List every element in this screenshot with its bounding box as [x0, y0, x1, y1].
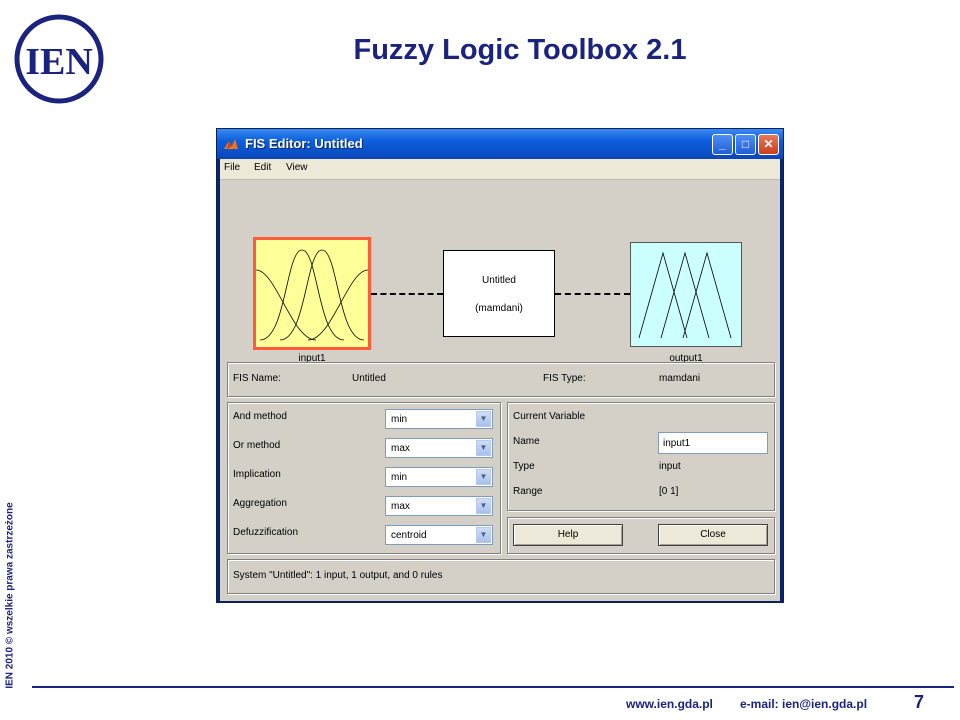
- fis-diagram: input1 Untitled (mamdani) output1: [220, 180, 780, 364]
- close-window-button[interactable]: ✕: [758, 134, 779, 155]
- chevron-down-icon[interactable]: ▼: [476, 469, 491, 485]
- system-name: Untitled: [482, 275, 516, 286]
- fis-editor-window: FIS Editor: Untitled _ □ ✕ File Edit Vie…: [216, 128, 784, 603]
- chevron-down-icon[interactable]: ▼: [476, 411, 491, 427]
- output-membership-triangles: [638, 251, 732, 339]
- method-label: Or method: [233, 440, 281, 451]
- status-text: System "Untitled": 1 input, 1 output, an…: [233, 570, 443, 581]
- window-titlebar[interactable]: FIS Editor: Untitled _ □ ✕: [217, 129, 783, 159]
- buttons-panel: Help Close: [507, 517, 775, 554]
- aggregation-value: max: [391, 501, 410, 512]
- footer-email: e-mail: ien@ien.gda.pl: [740, 697, 868, 711]
- method-label: Aggregation: [233, 498, 287, 509]
- window-title: FIS Editor: Untitled: [245, 136, 363, 151]
- or-method-select[interactable]: max ▼: [385, 438, 493, 458]
- status-panel: System "Untitled": 1 input, 1 output, an…: [227, 559, 775, 594]
- close-button[interactable]: Close: [658, 524, 768, 546]
- methods-panel: And method min ▼ Or method max ▼ Implica…: [227, 402, 501, 554]
- variable-type-value: input: [659, 461, 681, 472]
- aggregation-select[interactable]: max ▼: [385, 496, 493, 516]
- ien-logo: IEN: [14, 14, 104, 104]
- variable-range-label: Range: [513, 486, 543, 497]
- window-client: File Edit View input1 Untitled (mamdani): [220, 159, 780, 601]
- svg-text:IEN: IEN: [25, 41, 93, 83]
- fis-type-value: mamdani: [659, 373, 701, 384]
- menu-edit[interactable]: Edit: [254, 162, 271, 173]
- defuzzification-value: centroid: [391, 530, 427, 541]
- fis-info-panel: FIS Name: Untitled FIS Type: mamdani: [227, 362, 775, 397]
- variable-type-label: Type: [513, 461, 535, 472]
- variable-name-label: Name: [513, 436, 540, 447]
- minimize-button[interactable]: _: [712, 134, 733, 155]
- or-method-value: max: [391, 443, 410, 454]
- method-label: Implication: [233, 469, 281, 480]
- footer-divider: [32, 686, 954, 688]
- method-label: And method: [233, 411, 287, 422]
- matlab-icon: [224, 139, 238, 149]
- implication-value: min: [391, 472, 408, 483]
- current-variable-heading: Current Variable: [513, 411, 586, 422]
- maximize-button[interactable]: □: [735, 134, 756, 155]
- input-membership-curves: [255, 249, 369, 341]
- page-number: 7: [914, 692, 925, 712]
- fis-name-value: Untitled: [352, 373, 386, 384]
- defuzzification-select[interactable]: centroid ▼: [385, 525, 493, 545]
- implication-select[interactable]: min ▼: [385, 467, 493, 487]
- fis-type-label: FIS Type:: [543, 373, 586, 384]
- output-variable-block[interactable]: [630, 242, 742, 347]
- chevron-down-icon[interactable]: ▼: [476, 440, 491, 456]
- input-variable-block[interactable]: [253, 237, 371, 350]
- menu-view[interactable]: View: [286, 162, 308, 173]
- chevron-down-icon[interactable]: ▼: [476, 527, 491, 543]
- variable-name-field[interactable]: input1: [658, 432, 768, 454]
- footer-website: www.ien.gda.pl: [626, 697, 713, 711]
- input-connector: [371, 293, 443, 295]
- and-method-select[interactable]: min ▼: [385, 409, 493, 429]
- output-connector: [555, 293, 630, 295]
- fis-name-label: FIS Name:: [233, 373, 281, 384]
- variable-range-value: [0 1]: [659, 486, 679, 497]
- slide-title: Fuzzy Logic Toolbox 2.1: [353, 34, 687, 66]
- and-method-value: min: [391, 414, 408, 425]
- system-type: (mamdani): [475, 303, 523, 314]
- menu-file[interactable]: File: [224, 162, 240, 173]
- method-label: Defuzzification: [233, 527, 299, 538]
- copyright-note: IEN 2010 © wszelkie prawa zastrzeżone: [4, 502, 16, 689]
- chevron-down-icon[interactable]: ▼: [476, 498, 491, 514]
- current-variable-panel: Current Variable Name input1 Type input …: [507, 402, 775, 511]
- help-button[interactable]: Help: [513, 524, 623, 546]
- menu-bar: File Edit View: [220, 159, 780, 180]
- system-block[interactable]: Untitled (mamdani): [443, 250, 555, 337]
